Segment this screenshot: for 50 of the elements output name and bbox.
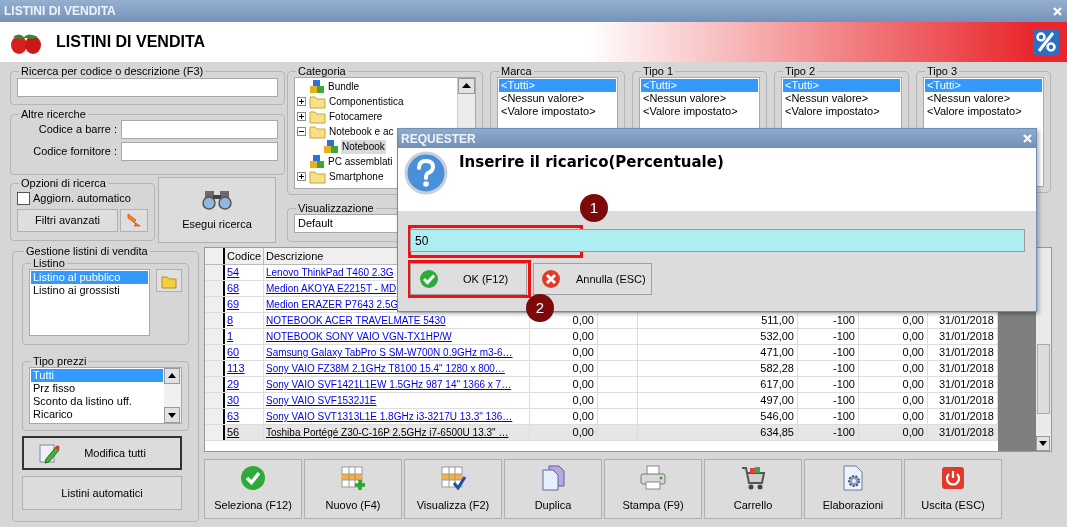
dialog-message: Inserire il ricarico(Percentuale) (459, 152, 724, 173)
table-cell: 0,00 (530, 409, 598, 424)
table-cell: 471,00 (638, 345, 798, 360)
table-cell: 0,00 (859, 313, 928, 328)
group-label: Tipo 2 (784, 65, 817, 77)
group-label: Listino (32, 257, 66, 269)
group-label: Marca (500, 65, 533, 77)
table-cell: 0,00 (859, 329, 928, 344)
window-title: LISTINI DI VENDITA (4, 3, 116, 20)
table-cell: 0,00 (530, 329, 598, 344)
group-label: Opzioni di ricerca (20, 177, 107, 189)
table-cell: -100 (798, 409, 859, 424)
table-cell: 0,00 (859, 393, 928, 408)
table-cell: 634,85 (638, 425, 798, 440)
table-cell: 617,00 (638, 377, 798, 392)
table-cell: 582,28 (638, 361, 798, 376)
group-label: Ricerca per codice o descrizione (F3) (20, 65, 205, 77)
table-cell: -100 (798, 425, 859, 440)
field-label: Codice fornitore : (33, 144, 117, 160)
group-label: Tipo 1 (642, 65, 675, 77)
table-cell: -100 (798, 345, 859, 360)
table-cell: -100 (798, 393, 859, 408)
table-cell: 0,00 (530, 361, 598, 376)
table-cell: 532,00 (638, 329, 798, 344)
group-label: Gestione listini di vendita (25, 245, 149, 257)
table-cell: 0,00 (530, 393, 598, 408)
page-title: LISTINI DI VENDITA (56, 32, 206, 52)
field-label: Codice a barre : (38, 122, 117, 138)
table-cell: 546,00 (638, 409, 798, 424)
checkbox-label: Aggiorn. automatico (33, 191, 131, 206)
group-label: Categoria (297, 65, 347, 77)
table-cell: -100 (798, 313, 859, 328)
group-label: Altre ricerche (20, 108, 87, 120)
table-cell: 511,00 (638, 313, 798, 328)
table-cell: 0,00 (859, 361, 928, 376)
table-cell: 0,00 (859, 377, 928, 392)
table-cell: 0,00 (859, 425, 928, 440)
table-cell: 0,00 (530, 345, 598, 360)
group-label: Visualizzazione (297, 202, 375, 214)
table-cell: 0,00 (859, 409, 928, 424)
group-label: Tipo 3 (926, 65, 959, 77)
table-cell: 0,00 (530, 425, 598, 440)
table-cell: -100 (798, 361, 859, 376)
table-cell: 0,00 (530, 377, 598, 392)
group-label: Tipo prezzi (32, 355, 88, 367)
table-cell: 497,00 (638, 393, 798, 408)
dialog-title: REQUESTER (401, 130, 476, 148)
table-cell: -100 (798, 329, 859, 344)
table-cell: 0,00 (859, 345, 928, 360)
table-cell: -100 (798, 377, 859, 392)
